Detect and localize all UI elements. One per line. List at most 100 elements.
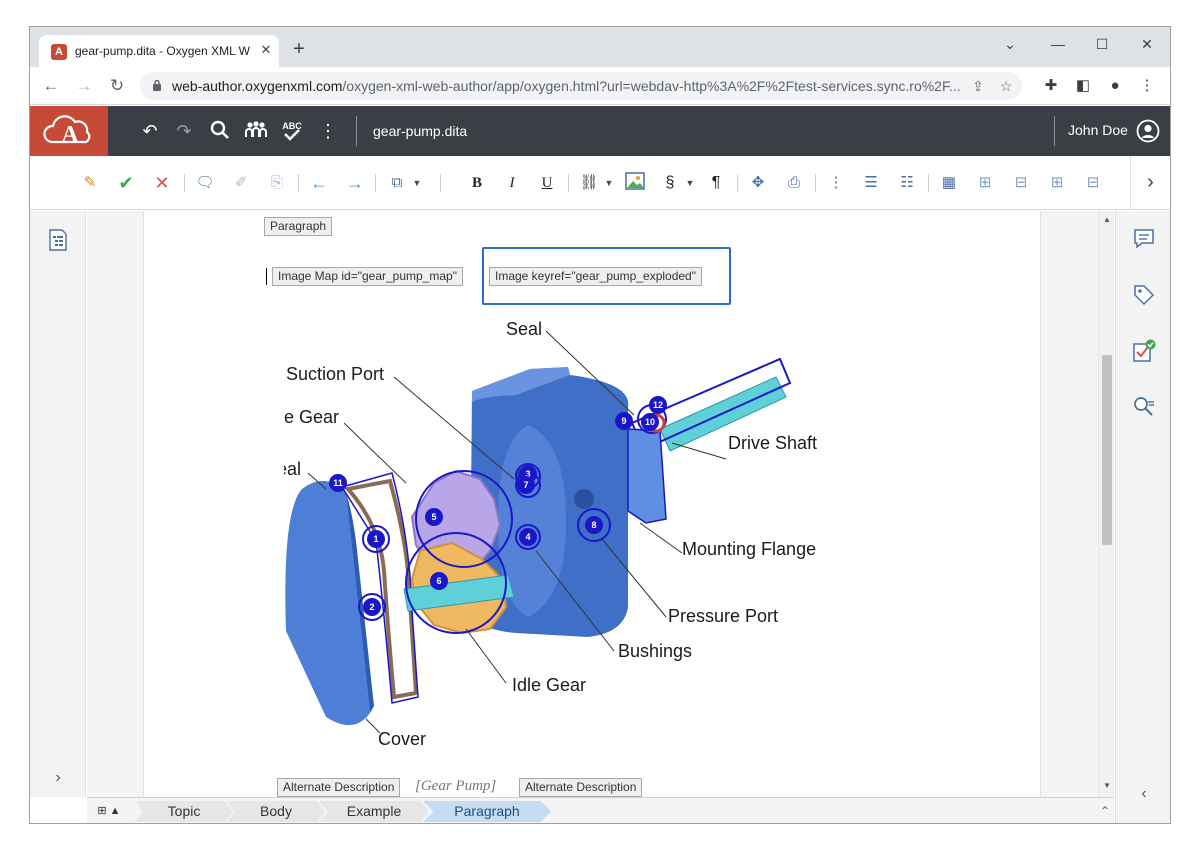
url-omnibox[interactable]: web-author.oxygenxml.com/oxygen-xml-web-… (140, 72, 1022, 100)
section-dropdown-icon[interactable]: ▼ (679, 172, 701, 194)
expand-breadcrumb-icon[interactable]: ⌃ (1098, 803, 1112, 819)
profile-avatar-icon[interactable]: ● (1104, 75, 1126, 97)
oxygen-logo[interactable]: A (30, 106, 108, 156)
hotspot-4[interactable]: 4 (525, 532, 530, 542)
alternate-description-end-tag[interactable]: Alternate Description (519, 778, 643, 797)
label-cover: Cover (378, 729, 426, 749)
label-case-seal: Case Seal (284, 459, 301, 479)
hotspot-6[interactable]: 6 (436, 576, 441, 586)
track-changes-icon[interactable]: ✎ (79, 172, 101, 194)
breadcrumb-example[interactable]: Example (319, 801, 429, 822)
extensions-puzzle-icon[interactable]: ✚ (1040, 75, 1062, 97)
search-icon[interactable] (207, 119, 233, 143)
hotspot-2[interactable]: 2 (369, 602, 374, 612)
paragraph-tag[interactable]: Paragraph (264, 217, 333, 236)
underline-icon[interactable]: U (536, 172, 558, 194)
collapse-right-panel-chevron-icon[interactable]: ‹ (1135, 785, 1153, 803)
edit-comment-icon[interactable]: ✐ (230, 172, 252, 194)
toolbar-separator (298, 174, 299, 192)
hotspot-12[interactable]: 12 (653, 400, 663, 410)
right-side-panel: ‹ (1115, 211, 1170, 823)
comment-change-icon[interactable]: ⎘ (266, 172, 288, 194)
image-map-tag[interactable]: Image Map id="gear_pump_map" (272, 267, 463, 286)
bookmark-star-icon[interactable]: ☆ (996, 76, 1016, 96)
breadcrumb-body[interactable]: Body (227, 801, 325, 822)
oxygen-logo-icon: A (43, 115, 91, 148)
breadcrumb-paragraph[interactable]: Paragraph (423, 801, 551, 822)
browser-menu-icon[interactable]: ⋮ (1136, 75, 1158, 97)
scroll-down-arrow-icon[interactable]: ▼ (1099, 779, 1115, 793)
new-tab-button[interactable]: + (288, 39, 310, 61)
delete-row-icon[interactable]: ⊟ (1010, 172, 1032, 194)
more-actions-icon[interactable]: ⋮ (315, 119, 341, 143)
italic-icon[interactable]: I (501, 172, 523, 194)
image-tag[interactable]: Image keyref="gear_pump_exploded" (489, 267, 702, 286)
document-page[interactable]: Paragraph Image Map id="gear_pump_map" I… (143, 211, 1041, 797)
alternate-description-text[interactable]: [Gear Pump] (415, 778, 496, 795)
editor-vertical-scrollbar[interactable]: ▲ ▼ (1098, 211, 1114, 797)
share-icon[interactable]: ⇪ (968, 76, 988, 96)
add-comment-icon[interactable]: 🗨 (194, 172, 216, 194)
paste-dropdown-icon[interactable]: ▼ (406, 172, 428, 194)
insert-list-item-icon[interactable]: ⋮ (825, 172, 847, 194)
paste-icon[interactable]: ⧉ (386, 172, 408, 194)
collaboration-icon[interactable] (243, 119, 269, 143)
scrollbar-thumb[interactable] (1102, 355, 1112, 545)
outline-icon[interactable] (48, 229, 68, 251)
user-avatar-icon[interactable] (1136, 119, 1160, 143)
hotspot-9[interactable]: 9 (621, 416, 626, 426)
document-name: gear-pump.dita (373, 123, 468, 139)
insert-table-icon[interactable]: ▦ (938, 172, 960, 194)
accept-change-icon[interactable]: ✔ (115, 172, 137, 194)
insert-conref-icon[interactable]: ⎙ (783, 172, 805, 194)
hotspot-1[interactable]: 1 (373, 534, 378, 544)
find-replace-icon[interactable] (1132, 395, 1156, 419)
comments-icon[interactable] (1132, 227, 1156, 251)
hotspot-7[interactable]: 7 (523, 480, 528, 490)
validation-icon[interactable] (1132, 339, 1156, 363)
breadcrumb-topic[interactable]: Topic (135, 801, 233, 822)
insert-image-icon[interactable] (624, 172, 646, 194)
forward-arrow-icon[interactable]: → (73, 75, 95, 97)
tab-close-icon[interactable]: ✕ (257, 41, 275, 59)
tab-strip: A gear-pump.dita - Oxygen XML W ✕ + ⌄ — … (30, 27, 1170, 67)
minimize-button[interactable]: — (1043, 33, 1073, 55)
reload-icon[interactable]: ↻ (106, 75, 128, 97)
expand-left-panel-chevron-icon[interactable]: › (49, 769, 67, 787)
previous-change-icon[interactable]: ← (308, 172, 330, 194)
insert-row-below-icon[interactable]: ⊞ (974, 172, 996, 194)
attributes-tag-icon[interactable] (1132, 283, 1156, 307)
toolbar-more-chevron-icon[interactable]: › (1130, 156, 1170, 209)
user-name[interactable]: John Doe (1068, 122, 1128, 138)
link-icon[interactable]: ⛓ (578, 172, 600, 194)
ordered-list-icon[interactable]: ☰ (860, 172, 882, 194)
spellcheck-icon[interactable]: ABC (279, 119, 305, 143)
outline-toggle-icon[interactable]: ⊞ ▲ (91, 801, 127, 821)
scroll-up-arrow-icon[interactable]: ▲ (1099, 213, 1115, 227)
paragraph-icon[interactable]: ¶ (705, 172, 727, 194)
browser-tab[interactable]: A gear-pump.dita - Oxygen XML W ✕ (39, 35, 279, 67)
insert-element-icon[interactable]: ✥ (747, 172, 769, 194)
alternate-description-start-tag[interactable]: Alternate Description (277, 778, 401, 797)
hotspot-11[interactable]: 11 (333, 478, 343, 488)
bold-icon[interactable]: B (466, 172, 488, 194)
section-icon[interactable]: § (659, 172, 681, 194)
back-arrow-icon[interactable]: ← (40, 75, 62, 97)
insert-column-icon[interactable]: ⊞ (1046, 172, 1068, 194)
hotspot-5[interactable]: 5 (431, 512, 436, 522)
unordered-list-icon[interactable]: ☷ (896, 172, 918, 194)
text-caret (266, 268, 267, 285)
next-change-icon[interactable]: → (344, 172, 366, 194)
gear-pump-figure[interactable]: 1 2 3 4 5 6 7 8 9 10 11 12 Seal Suction … (218, 311, 904, 773)
tab-search-button[interactable]: ⌄ (995, 33, 1025, 55)
hotspot-8[interactable]: 8 (591, 520, 596, 530)
side-panel-icon[interactable]: ◧ (1072, 75, 1094, 97)
hotspot-10[interactable]: 10 (645, 417, 655, 427)
delete-column-icon[interactable]: ⊟ (1082, 172, 1104, 194)
maximize-button[interactable]: ☐ (1087, 33, 1117, 55)
link-dropdown-icon[interactable]: ▼ (598, 172, 620, 194)
close-window-button[interactable]: ✕ (1132, 33, 1162, 55)
undo-icon[interactable]: ↶ (137, 119, 163, 143)
redo-icon[interactable]: ↷ (171, 119, 197, 143)
reject-change-icon[interactable]: ✕ (151, 172, 173, 194)
